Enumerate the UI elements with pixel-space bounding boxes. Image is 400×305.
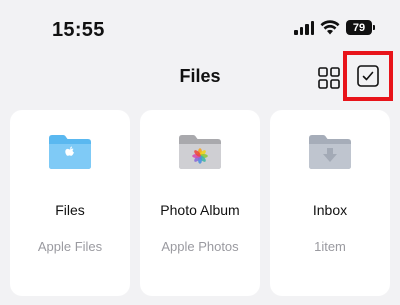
folder-grid: Files Apple Files Photo Album Apple Phot… xyxy=(10,110,390,296)
status-bar: 15:55 79 xyxy=(0,0,400,56)
battery-level: 79 xyxy=(352,21,366,34)
card-title: Inbox xyxy=(312,202,348,218)
status-icons: 79 xyxy=(294,20,375,35)
page-title: Files xyxy=(179,66,221,86)
signal-icon xyxy=(294,20,314,35)
grid-icon[interactable] xyxy=(318,67,340,89)
card-title: Photo Album xyxy=(160,202,240,218)
status-time: 15:55 xyxy=(52,19,105,41)
apple-folder-icon xyxy=(49,135,91,169)
folder-card-inbox[interactable]: Inbox 1item xyxy=(270,110,390,296)
card-subtitle: Apple Photos xyxy=(161,239,239,254)
battery-icon: 79 xyxy=(346,20,375,35)
card-subtitle: 1item xyxy=(314,239,346,254)
checkbox-icon[interactable] xyxy=(357,65,379,87)
wifi-icon xyxy=(320,20,340,35)
folder-card-files[interactable]: Files Apple Files xyxy=(10,110,130,296)
photos-folder-icon xyxy=(179,135,221,169)
inbox-folder-icon xyxy=(309,135,351,169)
folder-card-photo-album[interactable]: Photo Album Apple Photos xyxy=(140,110,260,296)
card-subtitle: Apple Files xyxy=(37,239,103,254)
nav-bar: Files xyxy=(0,56,400,98)
card-title: Files xyxy=(55,202,85,218)
